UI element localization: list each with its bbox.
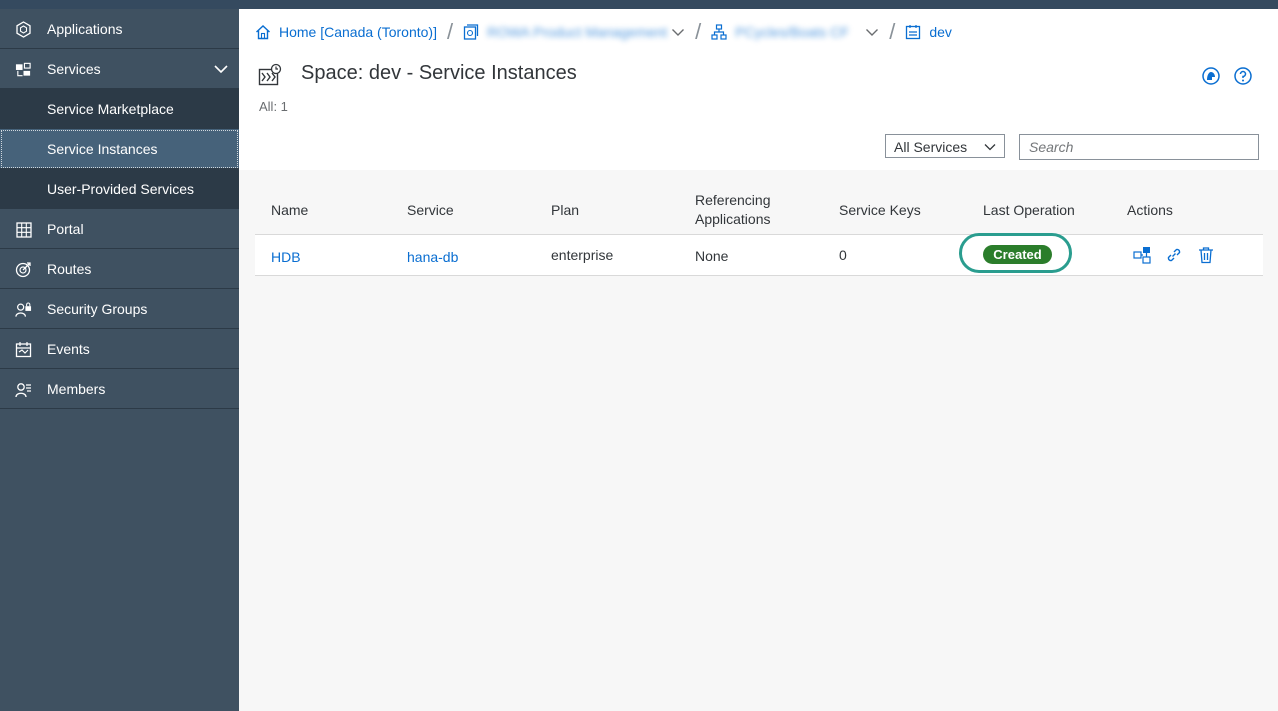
- top-bar: [0, 0, 1278, 9]
- home-icon: [255, 24, 271, 40]
- service-keys-value: 0: [839, 247, 847, 263]
- column-header-last-operation[interactable]: Last Operation: [983, 201, 1075, 220]
- column-header-referencing-applications[interactable]: Referencing Applications: [695, 191, 815, 229]
- main-content: Home [Canada (Toronto)] / ROWA Product M…: [239, 9, 1278, 711]
- space-icon: [905, 24, 921, 40]
- column-header-service[interactable]: Service: [407, 201, 454, 220]
- sidebar-item-service-instances[interactable]: Service Instances: [0, 129, 239, 169]
- routes-icon: [15, 261, 32, 278]
- column-header-name[interactable]: Name: [271, 201, 308, 220]
- service-instances-table: Name Service Plan Referencing Applicatio…: [255, 187, 1263, 276]
- plan-value: enterprise: [551, 247, 614, 263]
- sidebar: Applications Services Service Marketplac…: [0, 9, 239, 711]
- highlight-ring: [959, 233, 1072, 273]
- breadcrumb-separator: /: [695, 19, 702, 44]
- link-icon[interactable]: [1165, 246, 1183, 264]
- chevron-down-icon[interactable]: [213, 61, 229, 77]
- column-header-actions: Actions: [1127, 202, 1173, 218]
- sidebar-item-label: Routes: [47, 261, 92, 277]
- service-link[interactable]: hana-db: [407, 249, 458, 265]
- help-icon[interactable]: [1233, 66, 1253, 86]
- services-icon: [15, 61, 32, 78]
- breadcrumb-home[interactable]: Home [Canada (Toronto)]: [279, 24, 437, 40]
- sidebar-item-security-groups[interactable]: Security Groups: [0, 289, 239, 329]
- sidebar-item-label: Members: [47, 381, 106, 397]
- members-icon: [15, 381, 32, 398]
- chevron-down-icon[interactable]: [865, 25, 879, 39]
- sidebar-item-label: Portal: [47, 221, 84, 237]
- feedback-icon[interactable]: [1201, 66, 1221, 86]
- security-groups-icon: [15, 301, 32, 318]
- instance-name-link[interactable]: HDB: [271, 249, 301, 265]
- sidebar-item-service-marketplace[interactable]: Service Marketplace: [0, 89, 239, 129]
- page-title: Space: dev - Service Instances: [301, 62, 577, 84]
- breadcrumb: Home [Canada (Toronto)] / ROWA Product M…: [255, 19, 952, 44]
- global-account-icon: [463, 24, 479, 40]
- table-row[interactable]: HDB hana-db enterprise None 0 Created: [255, 233, 1263, 276]
- sidebar-item-routes[interactable]: Routes: [0, 249, 239, 289]
- sidebar-item-label: Service Instances: [47, 141, 158, 157]
- sidebar-item-label: Services: [47, 61, 101, 77]
- delete-icon[interactable]: [1197, 246, 1215, 264]
- service-filter-value: All Services: [894, 139, 968, 155]
- chevron-down-icon[interactable]: [671, 25, 685, 39]
- sidebar-item-events[interactable]: Events: [0, 329, 239, 369]
- subaccount-icon: [711, 24, 727, 40]
- breadcrumb-space[interactable]: dev: [929, 24, 952, 40]
- sidebar-item-applications[interactable]: Applications: [0, 9, 239, 49]
- breadcrumb-subaccount[interactable]: PCycles/Boats CF: [735, 24, 857, 40]
- sidebar-item-label: Events: [47, 341, 90, 357]
- sidebar-item-user-provided-services[interactable]: User-Provided Services: [0, 169, 239, 209]
- sidebar-item-members[interactable]: Members: [0, 369, 239, 409]
- sidebar-item-label: Service Marketplace: [47, 101, 174, 117]
- events-icon: [15, 341, 32, 358]
- chevron-down-icon: [984, 144, 996, 151]
- sidebar-item-label: Applications: [47, 21, 123, 37]
- breadcrumb-separator: /: [889, 19, 896, 44]
- column-header-service-keys[interactable]: Service Keys: [839, 201, 921, 220]
- sidebar-item-label: Security Groups: [47, 301, 148, 317]
- search-input[interactable]: [1019, 134, 1259, 160]
- applications-icon: [15, 21, 32, 38]
- table-header: Name Service Plan Referencing Applicatio…: [255, 187, 1263, 235]
- instance-count: All: 1: [259, 99, 288, 114]
- sidebar-item-label: User-Provided Services: [47, 181, 195, 197]
- column-header-plan[interactable]: Plan: [551, 201, 579, 220]
- breadcrumb-separator: /: [446, 19, 454, 44]
- service-filter-select[interactable]: All Services: [885, 134, 1005, 158]
- space-header-icon: [258, 63, 282, 92]
- referencing-applications-value: None: [695, 248, 729, 264]
- bind-application-icon[interactable]: [1133, 246, 1151, 264]
- sidebar-item-services[interactable]: Services: [0, 49, 239, 89]
- page-header: Home [Canada (Toronto)] / ROWA Product M…: [239, 9, 1278, 170]
- sidebar-item-portal[interactable]: Portal: [0, 209, 239, 249]
- breadcrumb-global-account[interactable]: ROWA Product Management: [487, 24, 667, 40]
- portal-grid-icon: [15, 221, 32, 238]
